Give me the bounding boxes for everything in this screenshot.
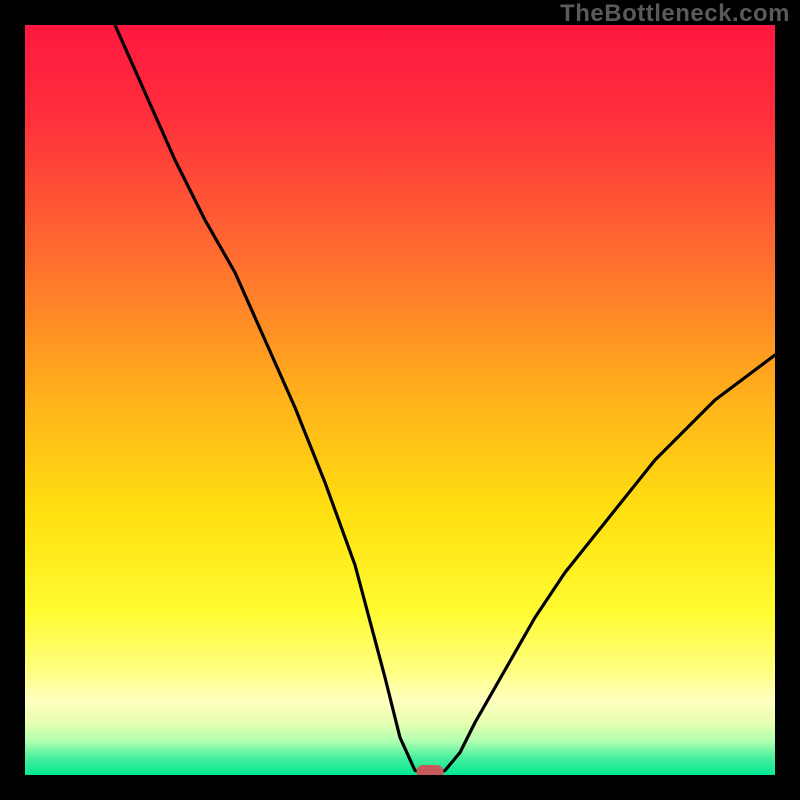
optimum-marker xyxy=(417,766,443,776)
chart-svg xyxy=(25,25,775,775)
chart-frame: TheBottleneck.com xyxy=(0,0,800,800)
gradient-background xyxy=(25,25,775,775)
plot-area xyxy=(25,25,775,775)
watermark-text: TheBottleneck.com xyxy=(560,0,790,28)
